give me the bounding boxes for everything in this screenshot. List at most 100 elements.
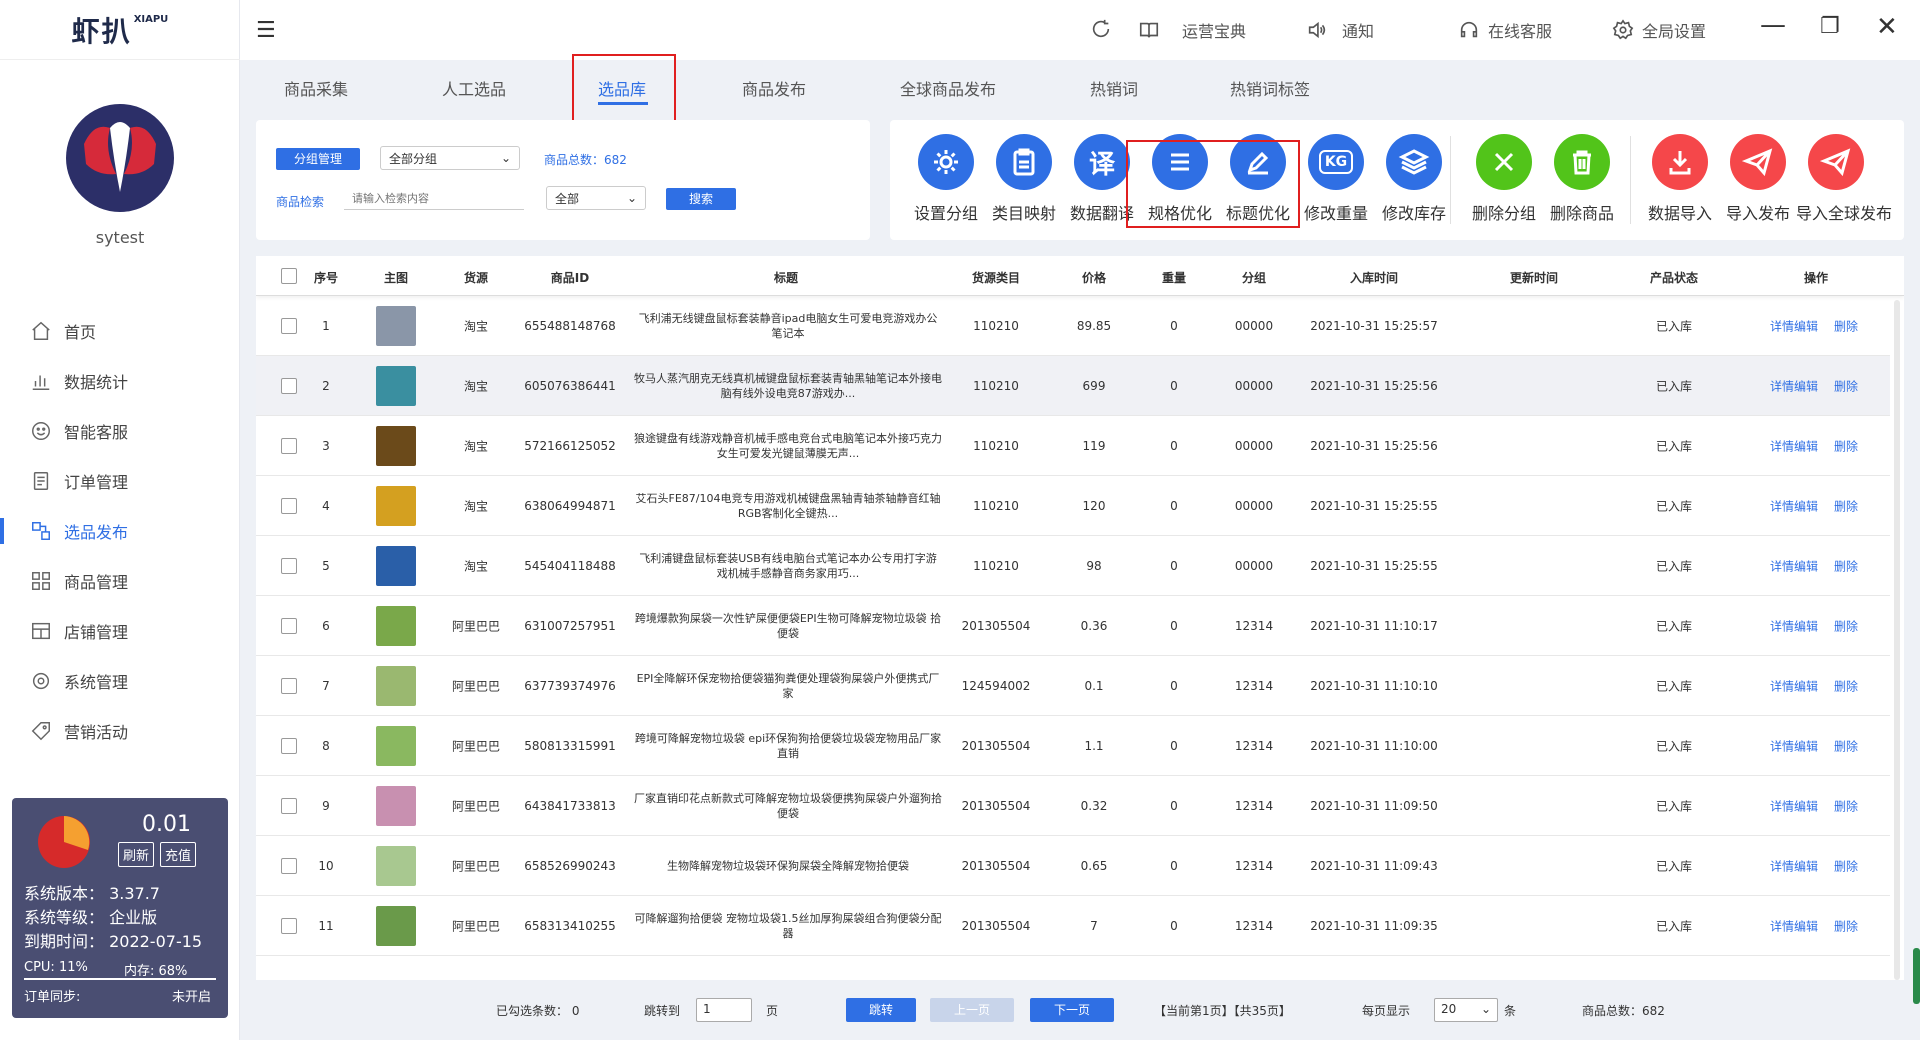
scope-select[interactable]: 全部 ⌄ xyxy=(546,186,646,210)
reload-button[interactable] xyxy=(1090,18,1120,40)
edit-link[interactable]: 详情编辑 xyxy=(1770,617,1818,634)
edit-link[interactable]: 详情编辑 xyxy=(1770,317,1818,334)
row-checkbox[interactable] xyxy=(281,918,297,934)
edit-link[interactable]: 详情编辑 xyxy=(1770,497,1818,514)
edit-link[interactable]: 详情编辑 xyxy=(1770,917,1818,934)
product-thumbnail[interactable] xyxy=(376,486,416,526)
action-edit-button[interactable]: 标题优化 xyxy=(1218,134,1298,224)
delete-link[interactable]: 删除 xyxy=(1834,737,1858,754)
product-thumbnail[interactable] xyxy=(376,846,416,886)
row-checkbox[interactable] xyxy=(281,798,297,814)
sidebar-item-selection-publish[interactable]: 选品发布 xyxy=(0,506,240,556)
table-row[interactable]: 9 阿里巴巴 643841733813 厂家直销印花点新款式可降解宠物垃圾袋便携狗屎袋… xyxy=(256,776,1890,836)
delete-link[interactable]: 删除 xyxy=(1834,437,1858,454)
sidebar-item-marketing[interactable]: 营销活动 xyxy=(0,706,240,756)
row-checkbox[interactable] xyxy=(281,318,297,334)
sidebar-item-stats[interactable]: 数据统计 xyxy=(0,356,240,406)
product-thumbnail[interactable] xyxy=(376,366,416,406)
recharge-button[interactable]: 充值 xyxy=(160,842,197,867)
group-manage-button[interactable]: 分组管理 xyxy=(276,148,360,170)
edit-link[interactable]: 详情编辑 xyxy=(1770,677,1818,694)
table-row[interactable]: 8 阿里巴巴 580813315991 跨境可降解宠物垃圾袋 epi环保狗狗拾便袋垃圾… xyxy=(256,716,1890,776)
per-page-select[interactable]: 20 ⌄ xyxy=(1434,998,1498,1022)
row-checkbox[interactable] xyxy=(281,618,297,634)
row-checkbox[interactable] xyxy=(281,498,297,514)
product-thumbnail[interactable] xyxy=(376,726,416,766)
delete-link[interactable]: 删除 xyxy=(1834,797,1858,814)
close-icon[interactable]: ✕ xyxy=(1876,12,1898,42)
delete-link[interactable]: 删除 xyxy=(1834,677,1858,694)
delete-link[interactable]: 删除 xyxy=(1834,377,1858,394)
tab-publish[interactable]: 商品发布 xyxy=(742,76,806,100)
edit-link[interactable]: 详情编辑 xyxy=(1770,797,1818,814)
delete-link[interactable]: 删除 xyxy=(1834,317,1858,334)
menu-toggle-icon[interactable]: ☰ xyxy=(256,18,276,43)
action-weight-button[interactable]: KG 修改重量 xyxy=(1296,134,1376,224)
table-row[interactable]: 1 淘宝 655488148768 飞利浦无线键盘鼠标套装静音ipad电脑女生可爱电竞… xyxy=(256,296,1890,356)
table-row[interactable]: 10 阿里巴巴 658526990243 生物降解宠物垃圾袋环保狗屎袋全降解宠物拾便袋… xyxy=(256,836,1890,896)
sidebar-item-home[interactable]: 首页 xyxy=(0,306,240,356)
action-layers-button[interactable]: 修改库存 xyxy=(1374,134,1454,224)
table-row[interactable]: 3 淘宝 572166125052 狼途键盘有线游戏静音机械手感电竞台式电脑笔记本外接… xyxy=(256,416,1890,476)
page-input[interactable]: 1 xyxy=(696,998,752,1022)
table-row[interactable]: 7 阿里巴巴 637739374976 EPI全降解环保宠物拾便袋猫狗粪便处理袋狗屎袋… xyxy=(256,656,1890,716)
product-thumbnail[interactable] xyxy=(376,306,416,346)
row-checkbox[interactable] xyxy=(281,738,297,754)
tab-global-publish[interactable]: 全球商品发布 xyxy=(900,76,996,100)
product-thumbnail[interactable] xyxy=(376,906,416,946)
tab-manual-select[interactable]: 人工选品 xyxy=(442,76,506,100)
sidebar-item-orders[interactable]: 订单管理 xyxy=(0,456,240,506)
action-close-button[interactable]: 删除分组 xyxy=(1464,134,1544,224)
table-row[interactable]: 2 淘宝 605076386441 牧马人蒸汽朋克无线真机械键盘鼠标套装青轴黑轴笔记本… xyxy=(256,356,1890,416)
next-page-button[interactable]: 下一页 xyxy=(1030,998,1114,1022)
jump-button[interactable]: 跳转 xyxy=(846,998,916,1022)
tab-selection-library[interactable]: 选品库 xyxy=(598,76,646,100)
product-thumbnail[interactable] xyxy=(376,666,416,706)
settings-button[interactable]: 全局设置 xyxy=(1612,18,1706,42)
minimize-icon[interactable]: — xyxy=(1760,10,1786,40)
table-row[interactable]: 4 淘宝 638064994871 艾石头FE87/104电竞专用游戏机械键盘黑轴青轴… xyxy=(256,476,1890,536)
action-download-button[interactable]: 数据导入 xyxy=(1640,134,1720,224)
action-list-button[interactable]: 规格优化 xyxy=(1140,134,1220,224)
table-row[interactable]: 6 阿里巴巴 631007257951 跨境爆款狗屎袋一次性铲屎便便袋EPI生物可降解… xyxy=(256,596,1890,656)
row-checkbox[interactable] xyxy=(281,678,297,694)
product-thumbnail[interactable] xyxy=(376,546,416,586)
row-checkbox[interactable] xyxy=(281,378,297,394)
edit-link[interactable]: 详情编辑 xyxy=(1770,377,1818,394)
tab-collect[interactable]: 商品采集 xyxy=(284,76,348,100)
search-button[interactable]: 搜索 xyxy=(666,188,736,210)
notice-button[interactable]: 通知 xyxy=(1306,18,1374,42)
product-thumbnail[interactable] xyxy=(376,426,416,466)
tab-hot-word-tags[interactable]: 热销词标签 xyxy=(1230,76,1310,100)
support-button[interactable]: 在线客服 xyxy=(1458,18,1552,42)
restore-icon[interactable]: ❐ xyxy=(1820,14,1840,39)
row-checkbox[interactable] xyxy=(281,438,297,454)
table-scrollbar[interactable] xyxy=(1894,300,1900,980)
action-send-button[interactable]: 导入发布 xyxy=(1718,134,1798,224)
action-gear-button[interactable]: 设置分组 xyxy=(906,134,986,224)
delete-link[interactable]: 删除 xyxy=(1834,557,1858,574)
refresh-button[interactable]: 刷新 xyxy=(118,842,155,867)
action-clipboard-button[interactable]: 类目映射 xyxy=(984,134,1064,224)
group-select[interactable]: 全部分组 ⌄ xyxy=(380,146,520,170)
edit-link[interactable]: 详情编辑 xyxy=(1770,557,1818,574)
guide-button[interactable]: 运营宝典 xyxy=(1138,18,1246,42)
table-row[interactable]: 5 淘宝 545404118488 飞利浦键盘鼠标套装USB有线电脑台式笔记本办公专用… xyxy=(256,536,1890,596)
delete-link[interactable]: 删除 xyxy=(1834,617,1858,634)
action-trash-button[interactable]: 删除商品 xyxy=(1542,134,1622,224)
product-thumbnail[interactable] xyxy=(376,786,416,826)
row-checkbox[interactable] xyxy=(281,858,297,874)
delete-link[interactable]: 删除 xyxy=(1834,857,1858,874)
sidebar-item-products[interactable]: 商品管理 xyxy=(0,556,240,606)
row-checkbox[interactable] xyxy=(281,558,297,574)
edit-link[interactable]: 详情编辑 xyxy=(1770,437,1818,454)
edit-link[interactable]: 详情编辑 xyxy=(1770,857,1818,874)
search-input[interactable] xyxy=(344,188,524,210)
product-thumbnail[interactable] xyxy=(376,606,416,646)
select-all-checkbox[interactable] xyxy=(281,268,297,284)
delete-link[interactable]: 删除 xyxy=(1834,497,1858,514)
sidebar-item-shops[interactable]: 店铺管理 xyxy=(0,606,240,656)
delete-link[interactable]: 删除 xyxy=(1834,917,1858,934)
edit-link[interactable]: 详情编辑 xyxy=(1770,737,1818,754)
sidebar-item-system[interactable]: 系统管理 xyxy=(0,656,240,706)
